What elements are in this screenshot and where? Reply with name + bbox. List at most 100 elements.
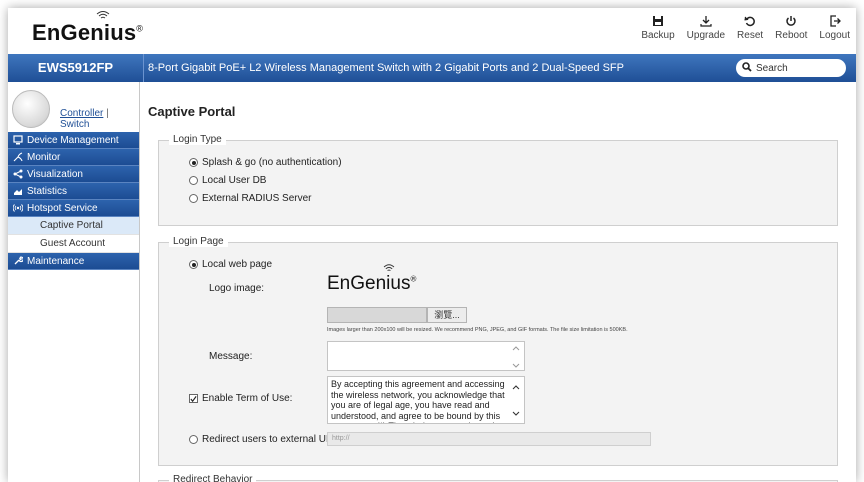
- sidebar-item-label: Hotspot Service: [27, 202, 98, 214]
- toolbar: Backup Upgrade Reset Reboot Logout: [641, 14, 850, 41]
- sidebar-item-label: Statistics: [27, 185, 68, 197]
- upgrade-button[interactable]: Upgrade: [687, 14, 725, 41]
- browse-button[interactable]: 瀏覽...: [427, 307, 467, 323]
- mode-separator: |: [106, 108, 109, 119]
- sidebar-item-statistics[interactable]: Statistics: [8, 183, 139, 200]
- sidebar-item-guest-account[interactable]: Guest Account: [8, 235, 139, 253]
- terms-text: By accepting this agreement and accessin…: [331, 379, 505, 423]
- device-panel: Controller | Switch: [8, 82, 139, 132]
- scroll-up-icon: [512, 344, 520, 353]
- radio-indicator: [189, 158, 198, 167]
- radio-label: Local web page: [202, 259, 273, 270]
- controller-link[interactable]: Controller: [60, 108, 103, 119]
- switch-link[interactable]: Switch: [60, 119, 89, 130]
- radio-indicator: [189, 435, 198, 444]
- radio-label: Redirect users to external URL:: [202, 434, 342, 445]
- mode-switch: Controller | Switch: [60, 108, 139, 130]
- logo-image-label: Logo image:: [209, 283, 265, 294]
- sidebar-item-label: Maintenance: [27, 255, 85, 267]
- brand-logo: EnGenius®: [32, 11, 144, 46]
- visualization-icon: [12, 169, 24, 179]
- scroll-down-icon: [512, 361, 520, 370]
- radio-indicator: [189, 194, 198, 203]
- local-web-page-radio[interactable]: Local web page: [189, 259, 272, 270]
- external-url-input[interactable]: http://: [327, 432, 651, 446]
- logout-icon: [829, 14, 841, 28]
- login-type-section: Login Type Splash & go (no authenticatio…: [158, 134, 838, 226]
- radio-label: Local User DB: [202, 175, 267, 186]
- app-window: EnGenius® Backup Upgrade Reset Reboot Lo…: [8, 8, 856, 482]
- wifi-icon: [383, 263, 395, 274]
- radio-indicator: [189, 176, 198, 185]
- main-content: Captive Portal Login Type Splash & go (n…: [148, 82, 848, 482]
- reboot-button[interactable]: Reboot: [775, 14, 807, 41]
- checkbox-indicator: [189, 394, 198, 403]
- login-type-legend: Login Type: [169, 134, 226, 145]
- sidebar-item-label: Visualization: [27, 168, 83, 180]
- redirect-external-url-radio[interactable]: Redirect users to external URL:: [189, 434, 342, 445]
- sidebar-menu: Device Management Monitor Visualization …: [8, 132, 139, 270]
- hotspot-icon: [12, 203, 24, 213]
- login-type-local-db-radio[interactable]: Local User DB: [189, 175, 266, 186]
- sidebar-item-label: Device Management: [27, 134, 119, 146]
- image-hint: Images larger than 200x100 will be resiz…: [327, 327, 628, 333]
- title-bar: EWS5912FP 8-Port Gigabit PoE+ L2 Wireles…: [8, 54, 856, 82]
- login-type-radius-radio[interactable]: External RADIUS Server: [189, 193, 311, 204]
- login-page-legend: Login Page: [169, 236, 228, 247]
- logo-preview: EnGenius®: [327, 264, 417, 295]
- statistics-icon: [12, 186, 24, 196]
- radio-label: External RADIUS Server: [202, 193, 312, 204]
- logout-button[interactable]: Logout: [819, 14, 850, 41]
- model-description: 8-Port Gigabit PoE+ L2 Wireless Manageme…: [148, 62, 624, 74]
- reset-label: Reset: [737, 30, 764, 41]
- wifi-icon: [96, 10, 110, 23]
- radio-label: Splash & go (no authentication): [202, 157, 342, 168]
- login-type-splash-radio[interactable]: Splash & go (no authentication): [189, 157, 342, 168]
- page-title: Captive Portal: [148, 104, 236, 119]
- model-name: EWS5912FP: [8, 54, 144, 82]
- radio-indicator: [189, 260, 198, 269]
- logo-preview-text: EnGenius: [327, 273, 411, 294]
- sidebar-item-maintenance[interactable]: Maintenance: [8, 253, 139, 270]
- upgrade-icon: [700, 14, 712, 28]
- sidebar-item-hotspot-service[interactable]: Hotspot Service: [8, 200, 139, 217]
- redirect-behavior-legend: Redirect Behavior: [169, 474, 257, 482]
- logo-file-input[interactable]: [327, 307, 427, 323]
- terms-scrollbar[interactable]: [510, 383, 522, 419]
- search-icon: [742, 61, 752, 75]
- monitor-icon: [12, 152, 24, 162]
- power-icon: [785, 14, 797, 28]
- registered-mark: ®: [410, 274, 417, 284]
- scroll-down-icon: [512, 409, 520, 420]
- reset-icon: [744, 14, 756, 28]
- header: EnGenius® Backup Upgrade Reset Reboot Lo…: [8, 8, 856, 54]
- sidebar-item-monitor[interactable]: Monitor: [8, 149, 139, 166]
- message-scrollbar[interactable]: [510, 344, 522, 370]
- login-page-section: Login Page Local web page Logo image: En…: [158, 236, 838, 466]
- scroll-up-icon: [512, 383, 520, 394]
- search-box[interactable]: [736, 59, 846, 77]
- upgrade-label: Upgrade: [686, 30, 726, 41]
- backup-label: Backup: [641, 30, 675, 41]
- device-image: [12, 90, 50, 128]
- maintenance-icon: [12, 256, 24, 266]
- logout-label: Logout: [819, 30, 850, 41]
- terms-textarea[interactable]: By accepting this agreement and accessin…: [327, 376, 525, 424]
- checkbox-label: Enable Term of Use:: [202, 393, 293, 404]
- message-textarea[interactable]: [327, 341, 525, 371]
- backup-button[interactable]: Backup: [641, 14, 675, 41]
- sidebar-item-captive-portal[interactable]: Captive Portal: [8, 217, 139, 235]
- sidebar-item-device-management[interactable]: Device Management: [8, 132, 139, 149]
- registered-mark: ®: [136, 23, 144, 34]
- reset-button[interactable]: Reset: [737, 14, 763, 41]
- sidebar-item-label: Monitor: [27, 151, 61, 163]
- device-management-icon: [12, 135, 24, 145]
- enable-terms-checkbox[interactable]: Enable Term of Use:: [189, 393, 292, 404]
- sidebar: Controller | Switch Device Management Mo…: [8, 82, 140, 482]
- search-input[interactable]: [756, 62, 836, 74]
- brand-name: EnGenius: [32, 20, 137, 45]
- message-label: Message:: [209, 351, 253, 362]
- reboot-label: Reboot: [775, 30, 808, 41]
- sidebar-item-visualization[interactable]: Visualization: [8, 166, 139, 183]
- save-icon: [652, 14, 664, 28]
